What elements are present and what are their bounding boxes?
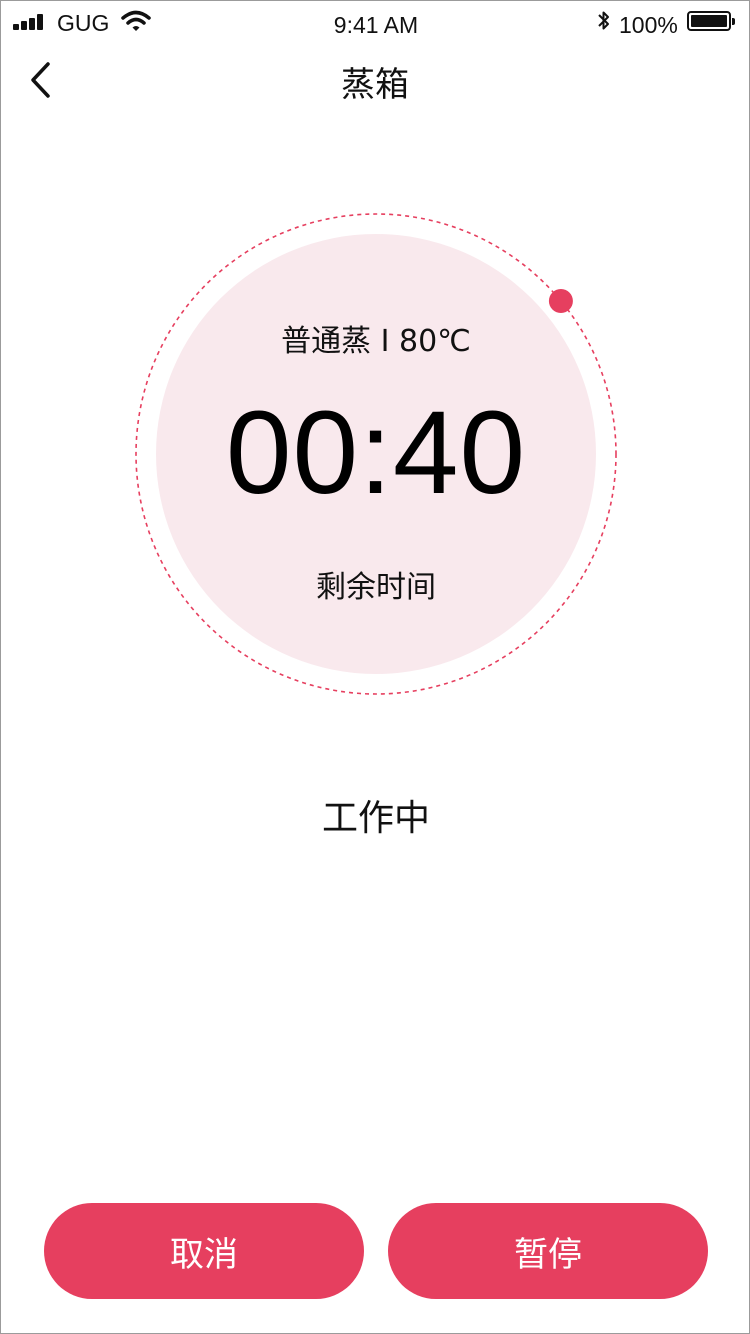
- working-status: 工作中: [321, 798, 430, 839]
- battery-percentage: 100%: [619, 12, 678, 38]
- page-title: 蒸箱: [341, 65, 409, 105]
- cooking-mode: 普通蒸 I 80℃: [281, 324, 471, 359]
- pause-button[interactable]: 暂停: [388, 1203, 708, 1299]
- cancel-button[interactable]: 取消: [44, 1203, 364, 1299]
- steamer-screen: GUG 9:41 AM 100% 蒸箱 普通蒸 I 80℃ 00:40 剩余时间…: [0, 0, 750, 1334]
- status-bar: GUG 9:41 AM 100%: [1, 1, 749, 45]
- battery-icon: [687, 11, 735, 31]
- progress-knob: [548, 289, 573, 313]
- navigation-bar: 蒸箱: [1, 45, 749, 117]
- remaining-time: 00:40: [225, 387, 527, 519]
- timer-dial: 普通蒸 I 80℃ 00:40 剩余时间: [134, 212, 618, 696]
- remaining-time-label: 剩余时间: [316, 570, 436, 605]
- bluetooth-icon: [598, 11, 609, 30]
